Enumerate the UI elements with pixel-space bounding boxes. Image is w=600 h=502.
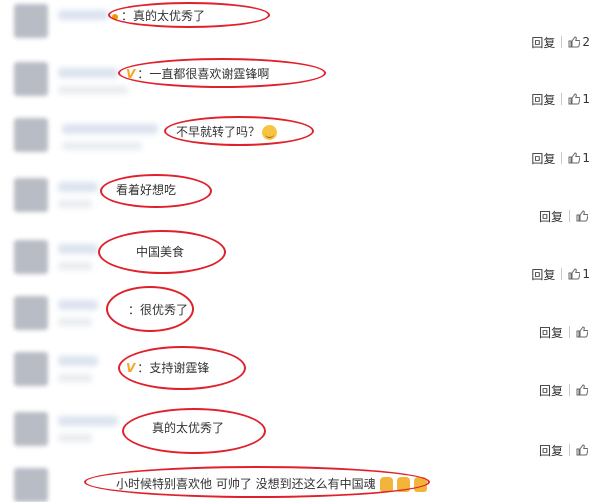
comment-row: 不早就转了吗？ 回复 1 — [0, 114, 600, 172]
highlight-oval — [98, 230, 226, 274]
reply-link[interactable]: 回复 — [539, 442, 563, 459]
avatar[interactable] — [14, 118, 48, 152]
highlight-oval — [108, 2, 270, 28]
reply-link[interactable]: 回复 — [539, 324, 563, 341]
username-blurred[interactable] — [58, 300, 98, 310]
thumbs-up-icon — [576, 210, 588, 222]
comment-row: 小时候特别喜欢他 可帅了 没想到还这么有中国魂 — [0, 462, 600, 502]
timestamp-blurred — [62, 142, 142, 150]
divider — [569, 384, 570, 396]
comment-row: V ：支持谢霆锋 回复 — [0, 342, 600, 402]
like-button[interactable]: 1 — [568, 267, 590, 281]
username-blurred[interactable] — [62, 124, 158, 134]
avatar[interactable] — [14, 468, 48, 502]
reply-link[interactable]: 回复 — [539, 208, 563, 225]
highlight-oval — [106, 286, 194, 332]
avatar[interactable] — [14, 352, 48, 386]
highlight-oval — [164, 116, 314, 146]
like-count: 1 — [582, 92, 590, 106]
comment-actions: 回复 1 — [531, 266, 590, 282]
avatar[interactable] — [14, 4, 48, 38]
divider — [569, 210, 570, 222]
comment-actions: 回复 1 — [531, 150, 590, 166]
thumbs-up-icon — [568, 268, 581, 280]
timestamp-blurred — [58, 374, 92, 382]
reply-link[interactable]: 回复 — [531, 150, 555, 167]
like-count: 2 — [582, 35, 590, 49]
timestamp-blurred — [58, 318, 92, 326]
highlight-oval — [122, 408, 266, 454]
comment-actions: 回复 2 — [531, 34, 590, 50]
timestamp-blurred — [58, 262, 92, 270]
thumbs-up-icon — [568, 36, 581, 48]
avatar[interactable] — [14, 178, 48, 212]
comment-actions: 回复 1 — [531, 91, 590, 107]
comment-row: 真的太优秀了 回复 — [0, 402, 600, 462]
reply-link[interactable]: 回复 — [531, 34, 555, 51]
comment-actions: 回复 — [539, 324, 590, 340]
avatar[interactable] — [14, 296, 48, 330]
like-button[interactable]: 2 — [568, 35, 590, 49]
timestamp-blurred — [58, 86, 128, 94]
divider — [569, 444, 570, 456]
username-blurred[interactable] — [58, 182, 98, 192]
comment-row: ：很优秀了 回复 — [0, 286, 600, 342]
comment-row: V ：一直都很喜欢谢霆锋啊 回复 1 — [0, 56, 600, 114]
highlight-oval — [84, 466, 430, 498]
thumbs-up-icon — [568, 152, 581, 164]
divider — [569, 326, 570, 338]
highlight-oval — [118, 58, 326, 88]
thumbs-up-icon — [576, 384, 588, 396]
avatar[interactable] — [14, 62, 48, 96]
like-button[interactable] — [576, 384, 590, 396]
reply-link[interactable]: 回复 — [531, 266, 555, 283]
like-button[interactable] — [576, 326, 590, 338]
divider — [561, 152, 563, 164]
timestamp-blurred — [58, 200, 92, 208]
divider — [561, 36, 563, 48]
like-count: 1 — [582, 151, 590, 165]
avatar[interactable] — [14, 412, 48, 446]
like-button[interactable]: 1 — [568, 151, 590, 165]
divider — [561, 268, 563, 280]
highlight-oval — [100, 174, 212, 208]
like-button[interactable] — [576, 210, 590, 222]
like-button[interactable] — [576, 444, 590, 456]
comment-row: 中国美食 回复 1 — [0, 230, 600, 286]
thumbs-up-icon — [568, 93, 581, 105]
comment-row: ：真的太优秀了 回复 2 — [0, 0, 600, 56]
username-blurred[interactable] — [58, 356, 98, 366]
comment-actions: 回复 — [539, 208, 590, 224]
comment-list: ：真的太优秀了 回复 2 V ：一直都很喜欢谢霆锋啊 回复 1 不早就转了吗？ … — [0, 0, 600, 502]
comment-actions: 回复 — [539, 382, 590, 398]
reply-link[interactable]: 回复 — [531, 91, 555, 108]
username-blurred[interactable] — [58, 68, 118, 78]
username-blurred[interactable] — [58, 244, 98, 254]
thumbs-up-icon — [576, 326, 588, 338]
divider — [561, 93, 563, 105]
comment-actions: 回复 — [539, 442, 590, 458]
timestamp-blurred — [58, 434, 92, 442]
comment-row: 看着好想吃 回复 — [0, 172, 600, 230]
reply-link[interactable]: 回复 — [539, 382, 563, 399]
avatar[interactable] — [14, 240, 48, 274]
username-blurred[interactable] — [58, 416, 118, 426]
thumbs-up-icon — [576, 444, 588, 456]
like-button[interactable]: 1 — [568, 92, 590, 106]
like-count: 1 — [582, 267, 590, 281]
username-blurred[interactable] — [58, 10, 108, 20]
highlight-oval — [118, 346, 246, 390]
